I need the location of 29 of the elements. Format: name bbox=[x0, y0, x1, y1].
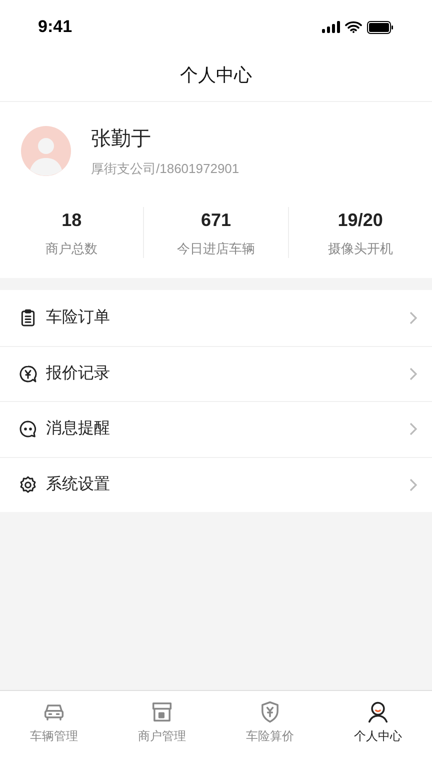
chat-bubble-icon bbox=[18, 419, 38, 440]
stat-value: 19/20 bbox=[338, 208, 383, 232]
stat-value: 671 bbox=[200, 208, 232, 232]
stat-label: 商户总数 bbox=[46, 240, 98, 258]
settings-icon bbox=[18, 474, 38, 495]
yen-bubble-icon bbox=[18, 364, 38, 384]
stat-label: 摄像头开机 bbox=[328, 240, 393, 258]
page-title: 个人中心 bbox=[180, 64, 252, 87]
user-name: 张勤于 bbox=[91, 127, 152, 152]
menu-item[interactable]: 报价记录 bbox=[0, 346, 432, 401]
avatar bbox=[21, 126, 71, 176]
tab-item[interactable]: 个人中心 bbox=[324, 699, 432, 745]
status-time: 9:41 bbox=[38, 16, 72, 38]
tab-item[interactable]: 车险算价 bbox=[216, 699, 324, 745]
stat-label: 今日进店车辆 bbox=[176, 240, 255, 258]
wifi-icon bbox=[345, 21, 362, 33]
stat-value: 18 bbox=[62, 208, 82, 232]
menu-item[interactable]: 消息提醒 bbox=[0, 401, 432, 456]
signal-icon bbox=[322, 21, 340, 33]
battery-icon bbox=[367, 20, 394, 34]
chevron-icon bbox=[409, 310, 418, 325]
chevron-icon bbox=[409, 366, 418, 381]
chevron-icon bbox=[409, 478, 418, 492]
user-company-phone: 厚街支公司/18601972901 bbox=[91, 160, 240, 178]
tab-item[interactable]: 车辆管理 bbox=[0, 699, 108, 745]
tab-item[interactable]: 商户管理 bbox=[108, 699, 216, 745]
chevron-icon bbox=[409, 422, 418, 436]
menu-item[interactable]: 系统设置 bbox=[0, 456, 432, 512]
menu-item[interactable]: 车险订单 bbox=[0, 290, 432, 346]
